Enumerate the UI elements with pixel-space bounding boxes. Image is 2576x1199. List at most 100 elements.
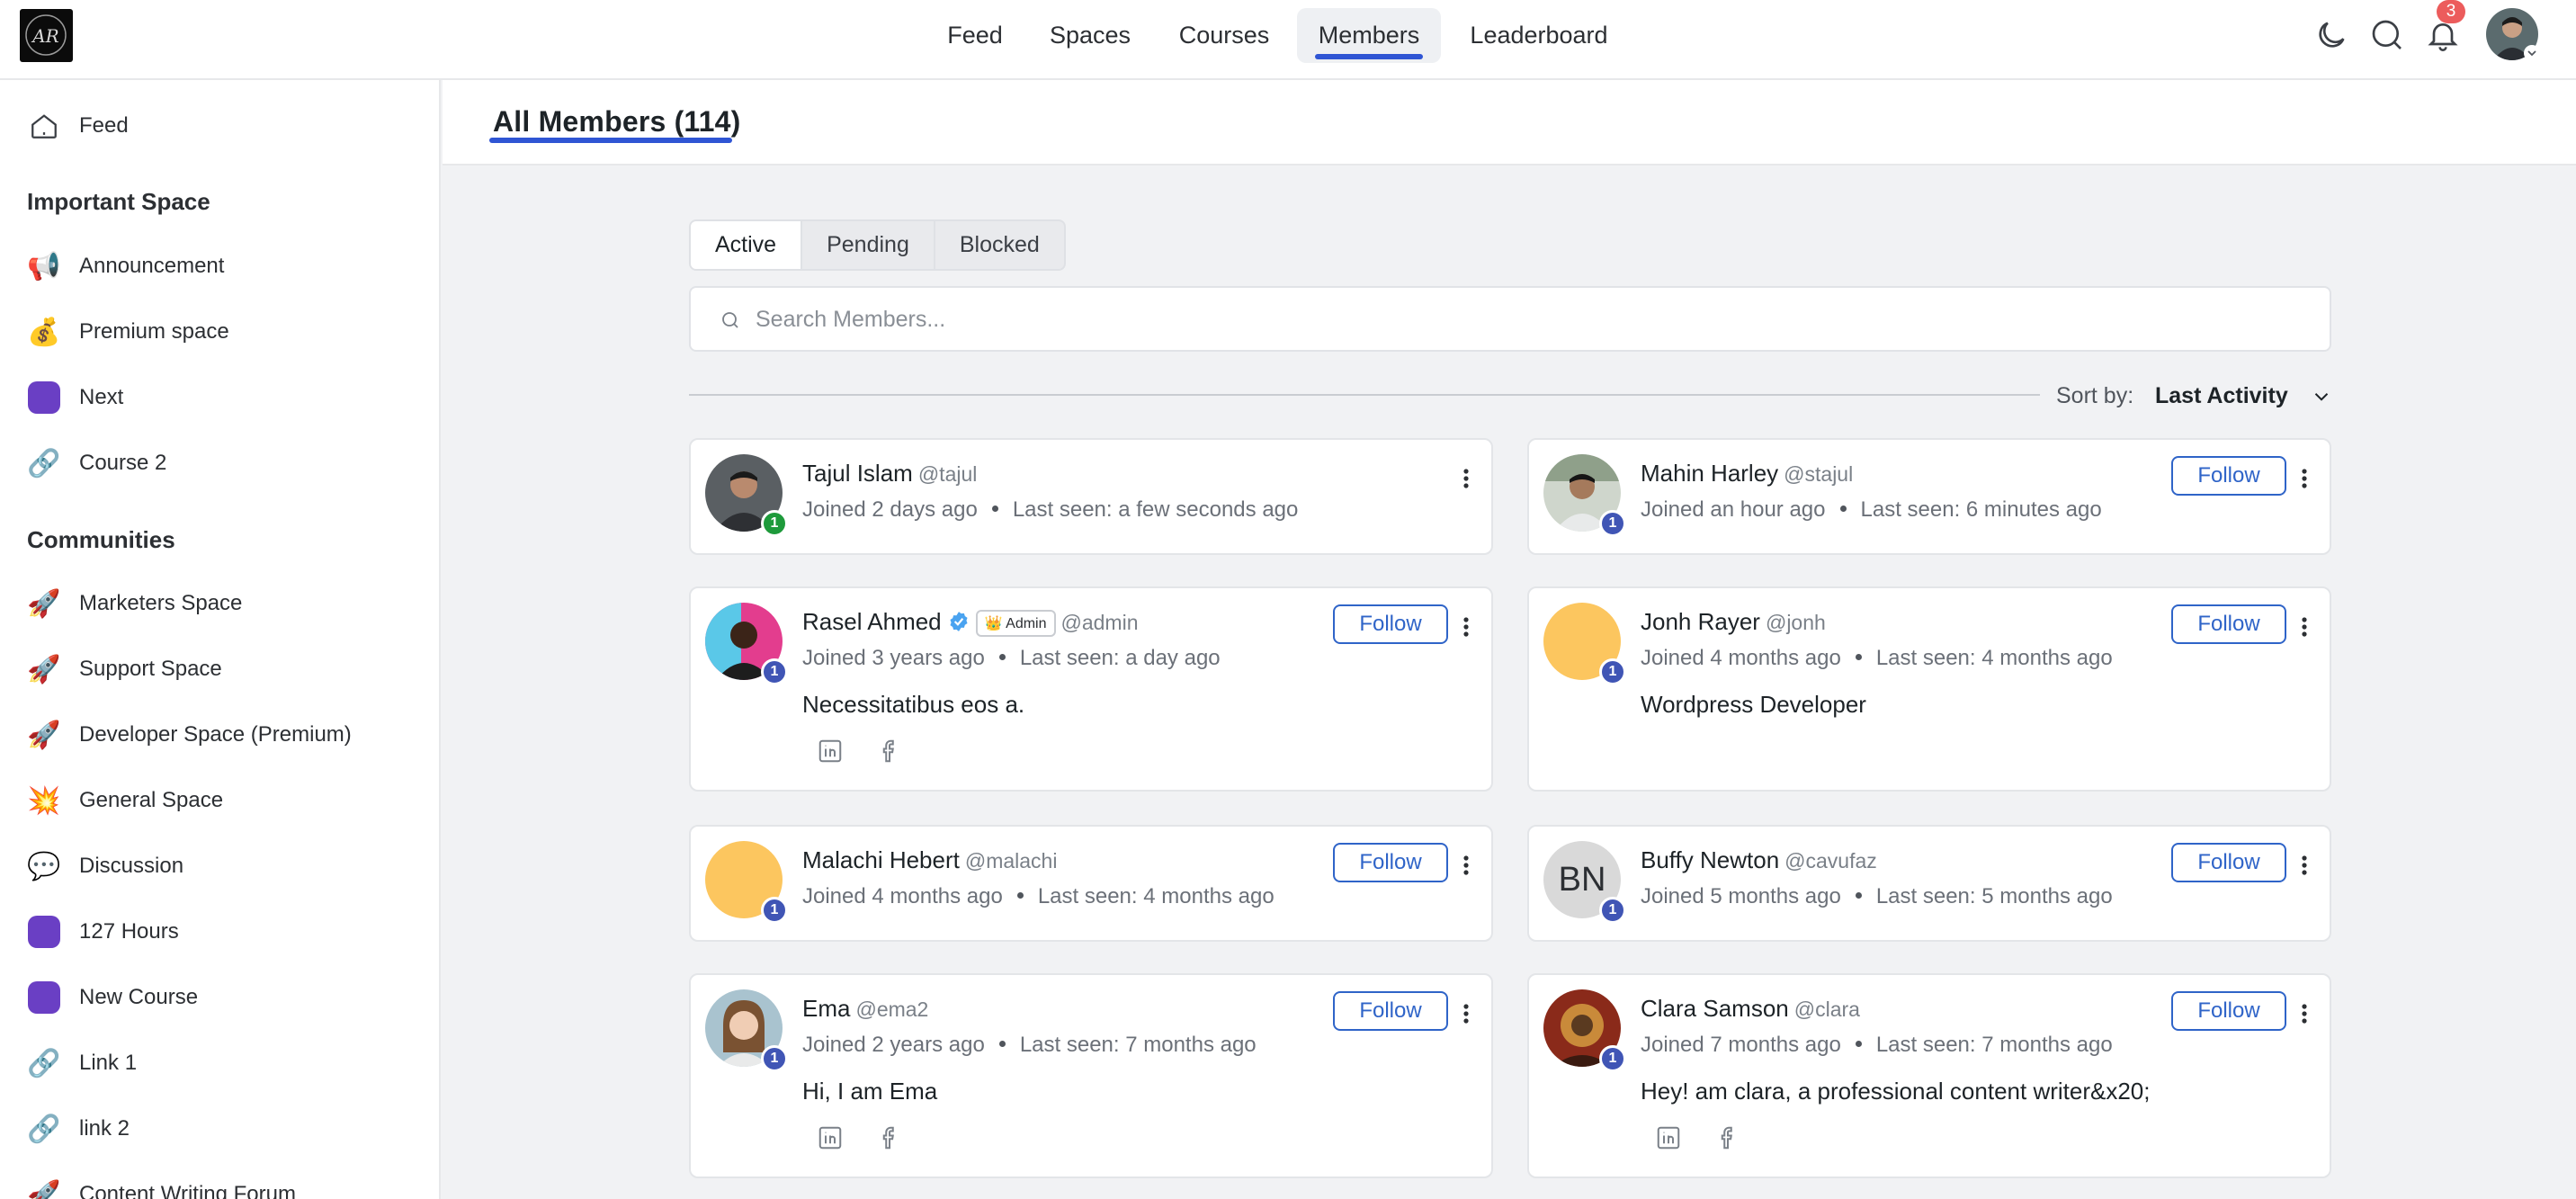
member-meta: Joined 2 days ago Last seen: a few second…	[802, 497, 1299, 522]
sidebar-item-developer-space[interactable]: 🚀 Developer Space (Premium)	[27, 712, 351, 757]
facebook-icon[interactable]	[876, 1124, 903, 1151]
sidebar-item-general-space[interactable]: 💥 General Space	[27, 778, 223, 823]
level-badge: 1	[1599, 658, 1626, 685]
tab-pending[interactable]: Pending	[802, 221, 935, 269]
sidebar-heading-important: Important Space	[27, 188, 210, 215]
member-card: 1 Jonh Rayer @jonh Joined 4 months ago Las…	[1527, 586, 2331, 792]
link-icon: 🔗	[27, 1114, 61, 1144]
sidebar-item-label: Support Space	[79, 657, 222, 681]
sidebar-item-premium-space[interactable]: 💰 Premium space	[27, 309, 228, 354]
sidebar-item-link-2[interactable]: 🔗 link 2	[27, 1106, 130, 1151]
more-options-icon[interactable]	[1457, 1000, 1475, 1027]
sidebar-item-feed[interactable]: Feed	[27, 103, 129, 148]
member-name[interactable]: Malachi Hebert @malachi	[802, 846, 1057, 874]
sidebar-item-127-hours[interactable]: 127 Hours	[27, 909, 179, 954]
member-name[interactable]: Tajul Islam @tajul	[802, 460, 977, 488]
collision-icon: 💥	[27, 785, 61, 816]
member-meta: Joined 3 years ago Last seen: a day ago	[802, 646, 1221, 670]
member-bio: Hi, I am Ema	[802, 1078, 938, 1105]
search-icon[interactable]	[2369, 17, 2405, 53]
sidebar-item-label: Link 1	[79, 1051, 138, 1075]
sidebar-item-announcement[interactable]: 📢 Announcement	[27, 244, 224, 289]
more-options-icon[interactable]	[1457, 613, 1475, 640]
follow-button[interactable]: Follow	[1333, 604, 1448, 644]
more-options-icon[interactable]	[2295, 465, 2313, 492]
verified-badge-icon	[947, 610, 970, 633]
user-menu-chevron-down-icon[interactable]	[2524, 45, 2540, 61]
top-bar: AR Feed Spaces Courses Members Leaderboa…	[0, 0, 2576, 80]
follow-button[interactable]: Follow	[1333, 991, 1448, 1031]
member-meta: Joined 4 months ago Last seen: 4 months a…	[802, 884, 1275, 908]
sidebar-item-marketers-space[interactable]: 🚀 Marketers Space	[27, 581, 242, 626]
page-title-underline	[489, 138, 732, 143]
follow-button[interactable]: Follow	[2171, 991, 2286, 1031]
sidebar-heading-communities: Communities	[27, 526, 175, 553]
sidebar-item-course-2[interactable]: 🔗 Course 2	[27, 441, 166, 486]
purple-dot-icon	[27, 980, 61, 1015]
more-options-icon[interactable]	[2295, 1000, 2313, 1027]
sidebar-item-label: Feed	[79, 113, 129, 138]
nav-members[interactable]: Members	[1297, 8, 1441, 63]
linkedin-icon[interactable]	[817, 1124, 844, 1151]
chevron-down-icon[interactable]	[2310, 385, 2333, 408]
member-name[interactable]: Clara Samson @clara	[1641, 995, 1860, 1023]
sort-divider	[689, 394, 2040, 396]
sort-select[interactable]: Last Activity	[2155, 383, 2288, 409]
sidebar-item-label: Announcement	[79, 254, 225, 278]
nav-spaces[interactable]: Spaces	[1034, 8, 1146, 63]
site-logo[interactable]: AR	[20, 9, 73, 62]
linkedin-icon[interactable]	[817, 738, 844, 765]
follow-button[interactable]: Follow	[2171, 456, 2286, 496]
purple-dot-icon	[27, 380, 61, 415]
facebook-icon[interactable]	[1714, 1124, 1741, 1151]
member-name[interactable]: Rasel Ahmed 👑 Admin @admin	[802, 608, 1139, 637]
sidebar-item-discussion[interactable]: 💬 Discussion	[27, 844, 183, 889]
sidebar-item-label: 127 Hours	[79, 919, 179, 944]
follow-button[interactable]: Follow	[1333, 843, 1448, 882]
member-name[interactable]: Buffy Newton @cavufaz	[1641, 846, 1877, 874]
sidebar-item-link-1[interactable]: 🔗 Link 1	[27, 1041, 137, 1086]
speech-bubble-icon: 💬	[27, 851, 61, 881]
level-badge: 1	[761, 897, 788, 924]
more-options-icon[interactable]	[2295, 852, 2313, 879]
sidebar-item-label: Marketers Space	[79, 591, 243, 615]
megaphone-icon: 📢	[27, 251, 61, 282]
nav-leaderboard[interactable]: Leaderboard	[1455, 8, 1623, 63]
member-name[interactable]: Ema @ema2	[802, 995, 928, 1023]
more-options-icon[interactable]	[1457, 465, 1475, 492]
member-handle: @jonh	[1765, 611, 1826, 634]
social-links	[1655, 1124, 1741, 1151]
purple-dot-icon	[27, 915, 61, 949]
member-name[interactable]: Mahin Harley @stajul	[1641, 460, 1853, 488]
rocket-icon: 🚀	[27, 1179, 61, 1199]
level-badge: 1	[1599, 1045, 1626, 1072]
member-handle: @stajul	[1784, 462, 1854, 486]
more-options-icon[interactable]	[2295, 613, 2313, 640]
facebook-icon[interactable]	[876, 738, 903, 765]
linkedin-icon[interactable]	[1655, 1124, 1682, 1151]
rocket-icon: 🚀	[27, 654, 61, 685]
dark-mode-moon-icon[interactable]	[2313, 17, 2349, 53]
sidebar-item-support-space[interactable]: 🚀 Support Space	[27, 647, 222, 692]
search-members-input[interactable]	[756, 300, 2285, 338]
sidebar-item-new-course[interactable]: New Course	[27, 975, 198, 1020]
link-icon: 🔗	[27, 448, 61, 479]
member-name[interactable]: Jonh Rayer @jonh	[1641, 608, 1826, 636]
nav-feed[interactable]: Feed	[932, 8, 1018, 63]
svg-text:AR: AR	[31, 25, 59, 47]
member-meta: Joined 4 months ago Last seen: 4 months a…	[1641, 646, 2113, 670]
tab-active[interactable]: Active	[691, 221, 803, 269]
sidebar-item-content-writing-forum[interactable]: 🚀 Content Writing Forum	[27, 1172, 296, 1199]
sidebar-item-label: General Space	[79, 788, 224, 812]
nav-courses[interactable]: Courses	[1164, 8, 1284, 63]
member-card: BN 1 Buffy Newton @cavufaz Joined 5 month…	[1527, 825, 2331, 942]
member-handle: @malachi	[964, 849, 1058, 872]
tab-blocked[interactable]: Blocked	[935, 221, 1064, 269]
sidebar-item-label: Discussion	[79, 854, 184, 878]
more-options-icon[interactable]	[1457, 852, 1475, 879]
sidebar-item-next[interactable]: Next	[27, 375, 123, 420]
member-card: 1 Tajul Islam @tajul Joined 2 days ago Las…	[689, 438, 1493, 555]
sidebar: Feed Important Space 📢 Announcement 💰 Pr…	[0, 80, 441, 1199]
follow-button[interactable]: Follow	[2171, 843, 2286, 882]
follow-button[interactable]: Follow	[2171, 604, 2286, 644]
